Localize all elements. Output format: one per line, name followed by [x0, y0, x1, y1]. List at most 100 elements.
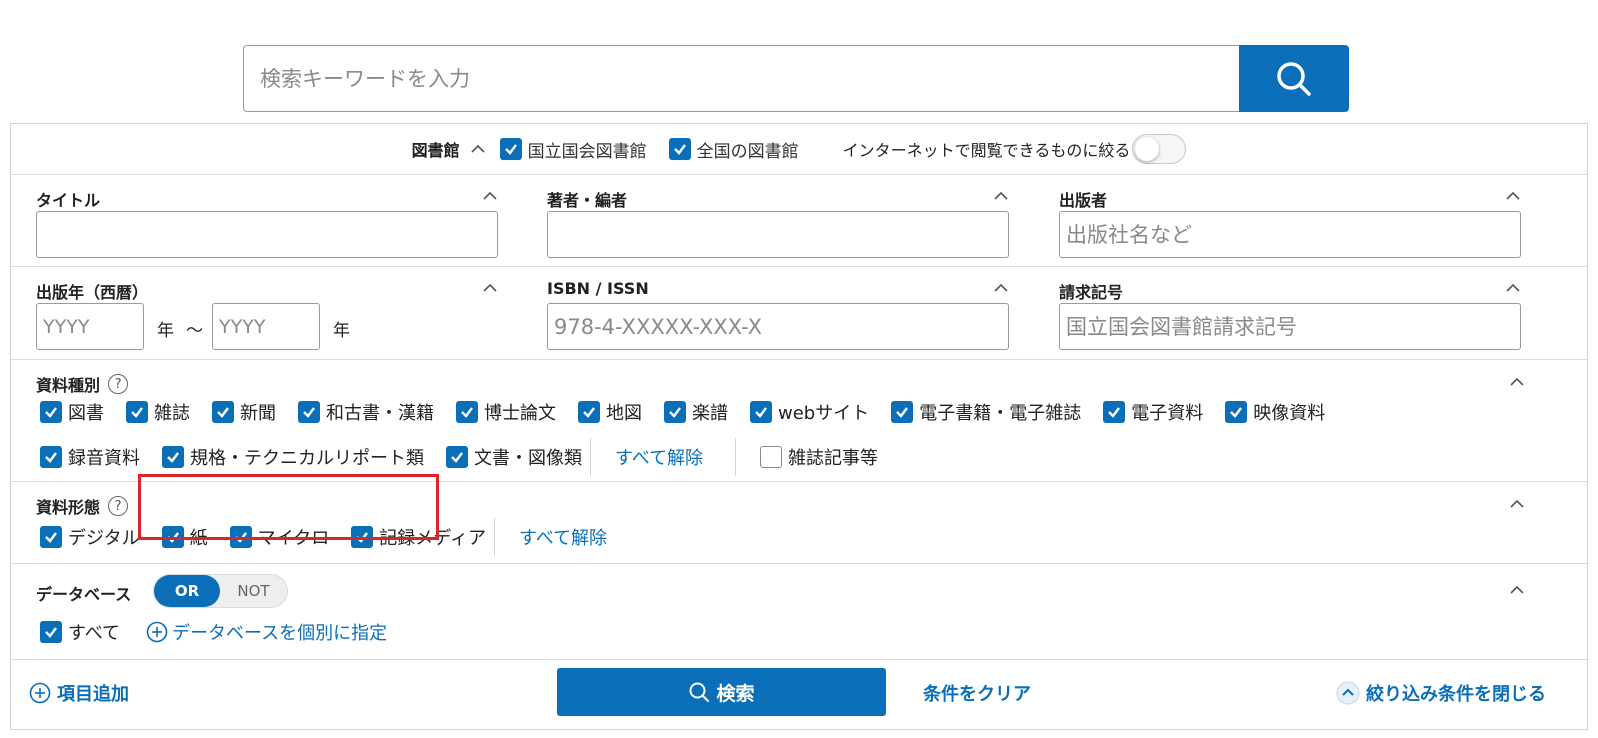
- divider: [494, 518, 496, 556]
- year-unit: 年: [157, 321, 174, 341]
- search-submit-button[interactable]: 検索: [557, 668, 886, 716]
- option-label: 電子書籍・電子雑誌: [919, 403, 1082, 424]
- title-field-group: タイトル: [36, 175, 498, 267]
- filter-panel: 図書館 国立国会図書館 全国の図書館 インターネットで閲覧できるものに絞る タイ…: [10, 123, 1588, 730]
- plus-circle-icon: [29, 682, 51, 704]
- chevron-up-icon[interactable]: [1505, 282, 1521, 294]
- material-type-option[interactable]: 新聞: [212, 399, 276, 425]
- material-type-option[interactable]: 楽譜: [664, 399, 728, 425]
- chevron-up-icon[interactable]: [993, 190, 1009, 202]
- material-type-option[interactable]: 規格・テクニカルリポート類: [162, 444, 424, 470]
- library-option-label: 全国の図書館: [696, 141, 799, 162]
- option-label: webサイト: [778, 403, 870, 424]
- year-field-group: 出版年（西暦） 年 〜 年: [36, 267, 498, 360]
- material-type-option[interactable]: 映像資料: [1225, 399, 1325, 425]
- internet-filter-label: インターネットで閲覧できるものに絞る: [842, 141, 1131, 160]
- author-label: 著者・編者: [547, 191, 628, 210]
- material-type-option[interactable]: 電子書籍・電子雑誌: [891, 399, 1081, 425]
- checkbox-checked-icon: [499, 138, 522, 160]
- title-input[interactable]: [36, 211, 498, 258]
- library-option-ndl[interactable]: 国立国会図書館: [499, 137, 647, 162]
- chevron-up-icon[interactable]: [482, 190, 498, 202]
- library-option-label: 国立国会図書館: [527, 141, 647, 162]
- chevron-up-icon[interactable]: [482, 282, 498, 294]
- checkbox-checked-icon: [750, 401, 772, 423]
- checkbox-checked-icon: [40, 446, 62, 468]
- internet-filter-toggle[interactable]: [1132, 134, 1187, 164]
- plus-circle-icon: [146, 621, 168, 643]
- chevron-up-icon[interactable]: [993, 282, 1009, 294]
- not-option[interactable]: NOT: [220, 575, 287, 607]
- divider: [735, 438, 737, 476]
- database-specify-link[interactable]: データベースを個別に指定: [146, 619, 387, 645]
- material-type-clear-all-link[interactable]: すべて解除: [615, 444, 703, 470]
- material-type-row-2: 録音資料 規格・テクニカルリポート類 文書・図像類 すべて解除 雑誌記事等: [40, 438, 900, 476]
- publisher-label: 出版者: [1059, 191, 1108, 210]
- library-option-all[interactable]: 全国の図書館: [668, 137, 799, 162]
- year-to-input[interactable]: [212, 303, 320, 350]
- database-all-option[interactable]: すべて: [40, 619, 120, 645]
- year-from-input[interactable]: [36, 303, 144, 350]
- search-submit-label: 検索: [716, 682, 755, 705]
- publisher-field-group: 出版者: [1059, 175, 1521, 267]
- call-number-field-group: 請求記号: [1059, 267, 1521, 360]
- call-number-input[interactable]: [1059, 303, 1521, 350]
- material-form-clear-all-link[interactable]: すべて解除: [519, 524, 607, 550]
- checkbox-checked-icon: [40, 621, 62, 643]
- material-form-option[interactable]: デジタル: [40, 524, 140, 550]
- material-type-option[interactable]: 雑誌: [126, 399, 190, 425]
- isbn-field-group: ISBN / ISSN: [547, 267, 1009, 360]
- highlight-box: [138, 474, 439, 540]
- material-type-label: 資料種別: [36, 376, 101, 395]
- chevron-up-icon[interactable]: [1509, 498, 1525, 510]
- add-item-label: 項目追加: [57, 684, 129, 705]
- database-label: データベース: [36, 585, 132, 604]
- checkbox-checked-icon: [40, 526, 62, 548]
- option-label: 文書・図像類: [474, 448, 582, 469]
- material-type-option[interactable]: 電子資料: [1103, 399, 1203, 425]
- checkbox-checked-icon: [40, 401, 62, 423]
- close-filters-label: 絞り込み条件を閉じる: [1366, 684, 1546, 705]
- material-type-option[interactable]: 和古書・漢籍: [298, 399, 434, 425]
- material-type-option[interactable]: 地図: [578, 399, 642, 425]
- checkbox-checked-icon: [664, 401, 686, 423]
- help-icon[interactable]: ?: [108, 374, 129, 394]
- or-option[interactable]: OR: [154, 575, 220, 607]
- close-filters-button[interactable]: 絞り込み条件を閉じる: [1336, 680, 1546, 706]
- keyword-search-input[interactable]: [243, 45, 1239, 112]
- text-fields-row-1: タイトル 著者・編者 出版者: [11, 175, 1587, 267]
- material-type-option[interactable]: 図書: [40, 399, 104, 425]
- chevron-up-icon[interactable]: [1509, 584, 1525, 596]
- option-label: 雑誌記事等: [788, 448, 879, 469]
- add-item-button[interactable]: 項目追加: [29, 680, 129, 706]
- checkbox-checked-icon: [126, 401, 148, 423]
- clear-conditions-link[interactable]: 条件をクリア: [923, 680, 1031, 706]
- option-label: 新聞: [240, 403, 276, 424]
- keyword-search-button[interactable]: [1239, 45, 1349, 112]
- material-type-option[interactable]: webサイト: [750, 399, 869, 425]
- option-label: 雑誌: [154, 403, 190, 424]
- articles-option[interactable]: 雑誌記事等: [760, 444, 878, 470]
- chevron-up-icon[interactable]: [1505, 190, 1521, 202]
- database-section: データベース OR NOT すべて データベースを個別に指定: [11, 564, 1587, 660]
- option-label: 図書: [68, 403, 104, 424]
- option-label: 録音資料: [68, 448, 140, 469]
- checkbox-checked-icon: [298, 401, 320, 423]
- publisher-input[interactable]: [1059, 211, 1521, 258]
- material-type-option[interactable]: 録音資料: [40, 444, 140, 470]
- database-specify-label: データベースを個別に指定: [172, 623, 388, 644]
- isbn-input[interactable]: [547, 303, 1009, 350]
- chevron-up-icon[interactable]: [1509, 376, 1525, 388]
- or-not-switch[interactable]: OR NOT: [153, 574, 288, 608]
- year-label: 出版年（西暦）: [36, 283, 149, 302]
- author-field-group: 著者・編者: [547, 175, 1009, 267]
- help-icon[interactable]: ?: [108, 496, 129, 516]
- option-label: 楽譜: [692, 403, 728, 424]
- checkbox-checked-icon: [578, 401, 600, 423]
- checkbox-checked-icon: [446, 446, 468, 468]
- author-input[interactable]: [547, 211, 1009, 258]
- chevron-up-icon[interactable]: [470, 143, 486, 155]
- material-type-option[interactable]: 文書・図像類: [446, 444, 582, 470]
- material-type-row-1: 図書 雑誌 新聞 和古書・漢籍 博士論文 地図 楽譜 webサイト 電子書籍・電…: [40, 399, 1325, 425]
- material-type-option[interactable]: 博士論文: [456, 399, 556, 425]
